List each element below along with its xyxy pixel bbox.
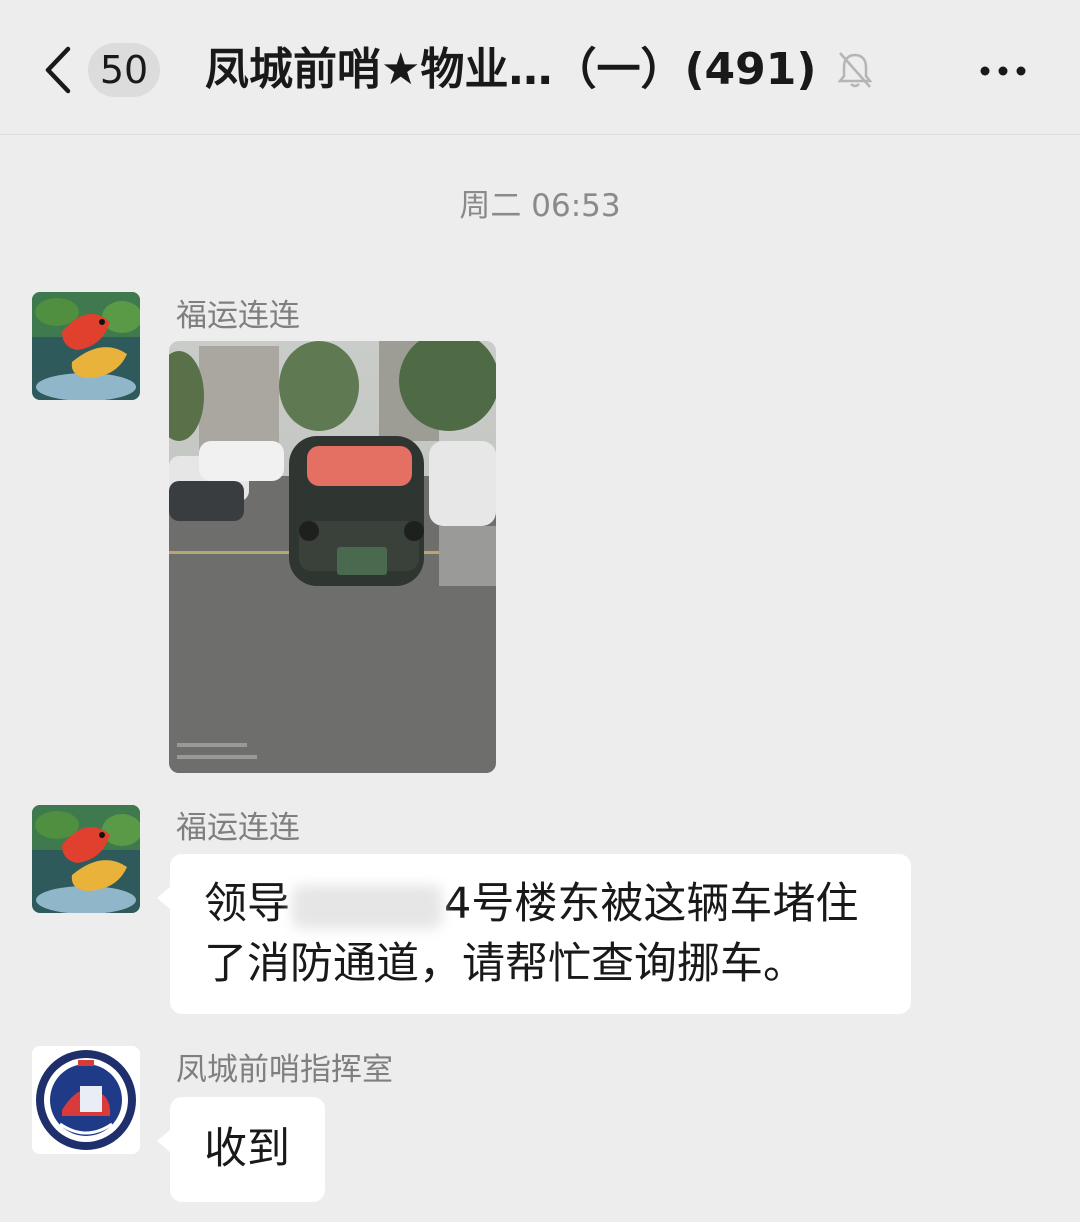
chat-header: 50 凤城前哨★物业…（一）(491)	[0, 0, 1080, 135]
message-bubble[interactable]: 收到	[157, 1097, 325, 1202]
message-text: 4号楼东被这辆车堵住	[444, 879, 859, 929]
parked-car-photo	[169, 341, 496, 773]
sender-name: 福运连连	[176, 298, 300, 334]
sender-name: 凤城前哨指挥室	[176, 1052, 393, 1088]
more-options-icon[interactable]	[978, 56, 1028, 86]
bubble-tail	[157, 1129, 171, 1153]
message-timestamp: 周二 06:53	[459, 188, 621, 224]
message-bubble[interactable]: 领导 4号楼东被这辆车堵住 了消防通道，请帮忙查询挪车。	[157, 854, 911, 1014]
bell-off-icon	[837, 52, 873, 88]
sender-name: 福运连连	[176, 810, 300, 846]
message-text: 领导	[204, 879, 290, 929]
unread-count-badge[interactable]: 50	[88, 43, 160, 97]
koi-fish-avatar-icon	[32, 292, 140, 400]
message-image[interactable]	[169, 341, 496, 773]
message-text: 收到	[204, 1124, 290, 1174]
message-text-line-2: 了消防通道，请帮忙查询挪车。	[204, 939, 806, 989]
redacted-text	[292, 884, 442, 929]
message-text-line-1: 领导 4号楼东被这辆车堵住	[204, 874, 858, 934]
police-emblem-avatar-icon	[32, 1046, 140, 1154]
sender-avatar-koi[interactable]	[32, 805, 140, 913]
koi-fish-avatar-icon	[32, 805, 140, 913]
sender-avatar-koi[interactable]	[32, 292, 140, 400]
chevron-left-icon[interactable]	[40, 45, 80, 95]
sender-avatar-emblem[interactable]	[32, 1046, 140, 1154]
chat-title: 凤城前哨★物业…（一）(491)	[205, 44, 817, 95]
bubble-tail	[157, 886, 171, 910]
